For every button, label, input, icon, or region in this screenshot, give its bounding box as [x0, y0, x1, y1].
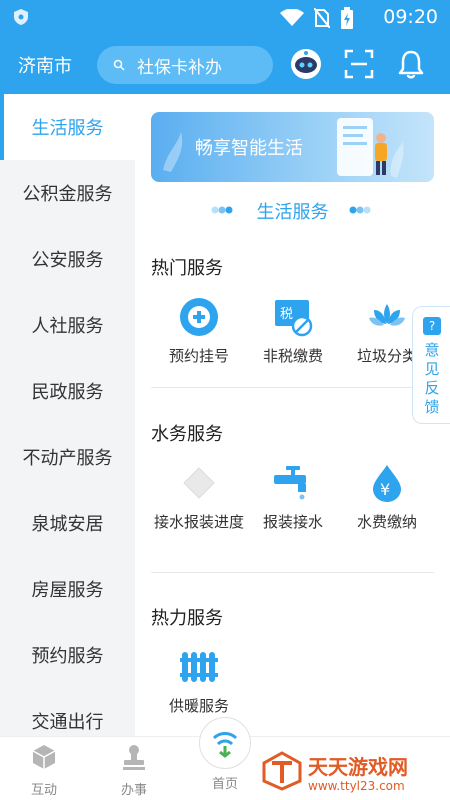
group-title-heating: 热力服务: [151, 608, 223, 629]
battery-icon: [341, 7, 353, 29]
nav-services[interactable]: 办事: [94, 743, 174, 798]
sidebar-item-label: 公积金服务: [22, 184, 113, 205]
service-water-bill[interactable]: ¥ 水费缴纳: [339, 462, 435, 532]
cube-icon: [32, 745, 56, 769]
section-title: 生活服务: [256, 202, 329, 223]
service-non-tax-payment[interactable]: 税 非税缴费: [245, 296, 341, 366]
service-label: 供暖服务: [168, 697, 229, 715]
sidebar-item-label: 预约服务: [31, 646, 104, 667]
sidebar-item-housing-fund[interactable]: 公积金服务: [0, 160, 135, 226]
nav-label: 办事: [120, 783, 147, 798]
watermark-url: www.ttyl23.com: [308, 779, 405, 793]
robot-assistant-icon[interactable]: [290, 48, 322, 80]
radiator-icon: [180, 652, 218, 682]
sidebar-item-label: 人社服务: [31, 316, 104, 337]
svg-text:¥: ¥: [380, 480, 390, 499]
nav-label: 互动: [30, 783, 57, 798]
sidebar-item-label: 民政服务: [31, 382, 104, 403]
diamond-icon: [183, 467, 215, 499]
service-water-install-progress[interactable]: 接水报装进度: [151, 462, 247, 532]
question-icon: ?: [423, 317, 441, 335]
service-label: 水费缴纳: [356, 513, 417, 531]
stamp-icon: [123, 745, 145, 770]
category-sidebar: 生活服务 公积金服务 公安服务 人社服务 民政服务 不动产服务 泉城安居 房屋服…: [0, 94, 135, 736]
clock-time: 09:20: [383, 6, 438, 28]
sidebar-item-house-services[interactable]: 房屋服务: [0, 556, 135, 622]
home-button[interactable]: [199, 717, 251, 769]
service-heating[interactable]: 供暖服务: [151, 646, 247, 716]
wifi-icon: [280, 9, 304, 26]
feedback-label: 意见反馈: [424, 341, 440, 416]
sidebar-item-label: 公安服务: [31, 250, 104, 271]
water-drop-yuan-icon: ¥: [373, 465, 401, 502]
bell-icon[interactable]: [395, 48, 427, 80]
sidebar-item-public-security[interactable]: 公安服务: [0, 226, 135, 292]
nav-interaction[interactable]: 互动: [4, 743, 84, 798]
faucet-icon: [274, 466, 306, 500]
main-content: 畅享智能生活 生活服务 热门服务 预约挂号 税 非税缴费 垃圾分类 水务服务 接…: [135, 94, 450, 736]
sidebar-item-label: 交通出行: [31, 712, 104, 733]
divider: [151, 387, 434, 388]
city-selector[interactable]: 济南市: [18, 52, 72, 78]
sidebar-item-life-services[interactable]: 生活服务: [0, 94, 135, 160]
service-appointment-registration[interactable]: 预约挂号: [151, 296, 247, 366]
service-label: 非税缴费: [262, 347, 323, 365]
watermark-logo-icon: [262, 751, 302, 791]
home-logo-icon: [212, 732, 238, 758]
group-title-hot: 热门服务: [151, 258, 223, 279]
service-label: 接水报装进度: [153, 513, 244, 531]
sidebar-item-social-security[interactable]: 人社服务: [0, 292, 135, 358]
sidebar-item-label: 生活服务: [31, 118, 104, 139]
sidebar-item-label: 不动产服务: [22, 448, 113, 469]
shield-icon: [14, 9, 28, 25]
sidebar-item-real-estate[interactable]: 不动产服务: [0, 424, 135, 490]
sidebar-item-label: 房屋服务: [31, 580, 104, 601]
feedback-tab[interactable]: ? 意见反馈: [412, 306, 450, 424]
tax-icon: 税: [275, 300, 313, 337]
divider: [151, 572, 434, 573]
bottom-nav: 互动 办事 首页 天天游戏网 www.ttyl23.com: [0, 717, 450, 800]
site-watermark: 天天游戏网 www.ttyl23.com: [262, 751, 408, 795]
decor-dots-right: [349, 206, 371, 214]
watermark-title: 天天游戏网: [308, 755, 408, 779]
service-label: 预约挂号: [168, 347, 229, 365]
group-title-water: 水务服务: [151, 424, 223, 445]
service-water-install[interactable]: 报装接水: [245, 462, 341, 532]
banner-title: 畅享智能生活: [195, 138, 303, 159]
promo-banner[interactable]: 畅享智能生活: [151, 112, 434, 182]
sidebar-item-label: 泉城安居: [31, 514, 104, 535]
plus-circle-icon: [180, 298, 218, 336]
nav-label: 首页: [211, 777, 238, 792]
status-bar: 09:20: [0, 0, 450, 34]
sidebar-item-transport[interactable]: 交通出行: [0, 688, 135, 736]
search-query-text: 社保卡补办: [137, 57, 222, 78]
search-bar[interactable]: 社保卡补办: [97, 46, 273, 84]
app-header: 济南市 社保卡补办: [0, 34, 450, 94]
sidebar-item-quancheng-housing[interactable]: 泉城安居: [0, 490, 135, 556]
sidebar-item-appointments[interactable]: 预约服务: [0, 622, 135, 688]
search-icon: [113, 59, 125, 71]
nav-home-label-wrap: 首页: [185, 773, 265, 792]
sidebar-item-civil-affairs[interactable]: 民政服务: [0, 358, 135, 424]
service-label: 报装接水: [262, 513, 323, 531]
lotus-icon: [369, 304, 405, 326]
svg-text:税: 税: [280, 307, 293, 322]
scan-icon[interactable]: [343, 48, 375, 80]
no-sim-icon: [314, 8, 330, 28]
